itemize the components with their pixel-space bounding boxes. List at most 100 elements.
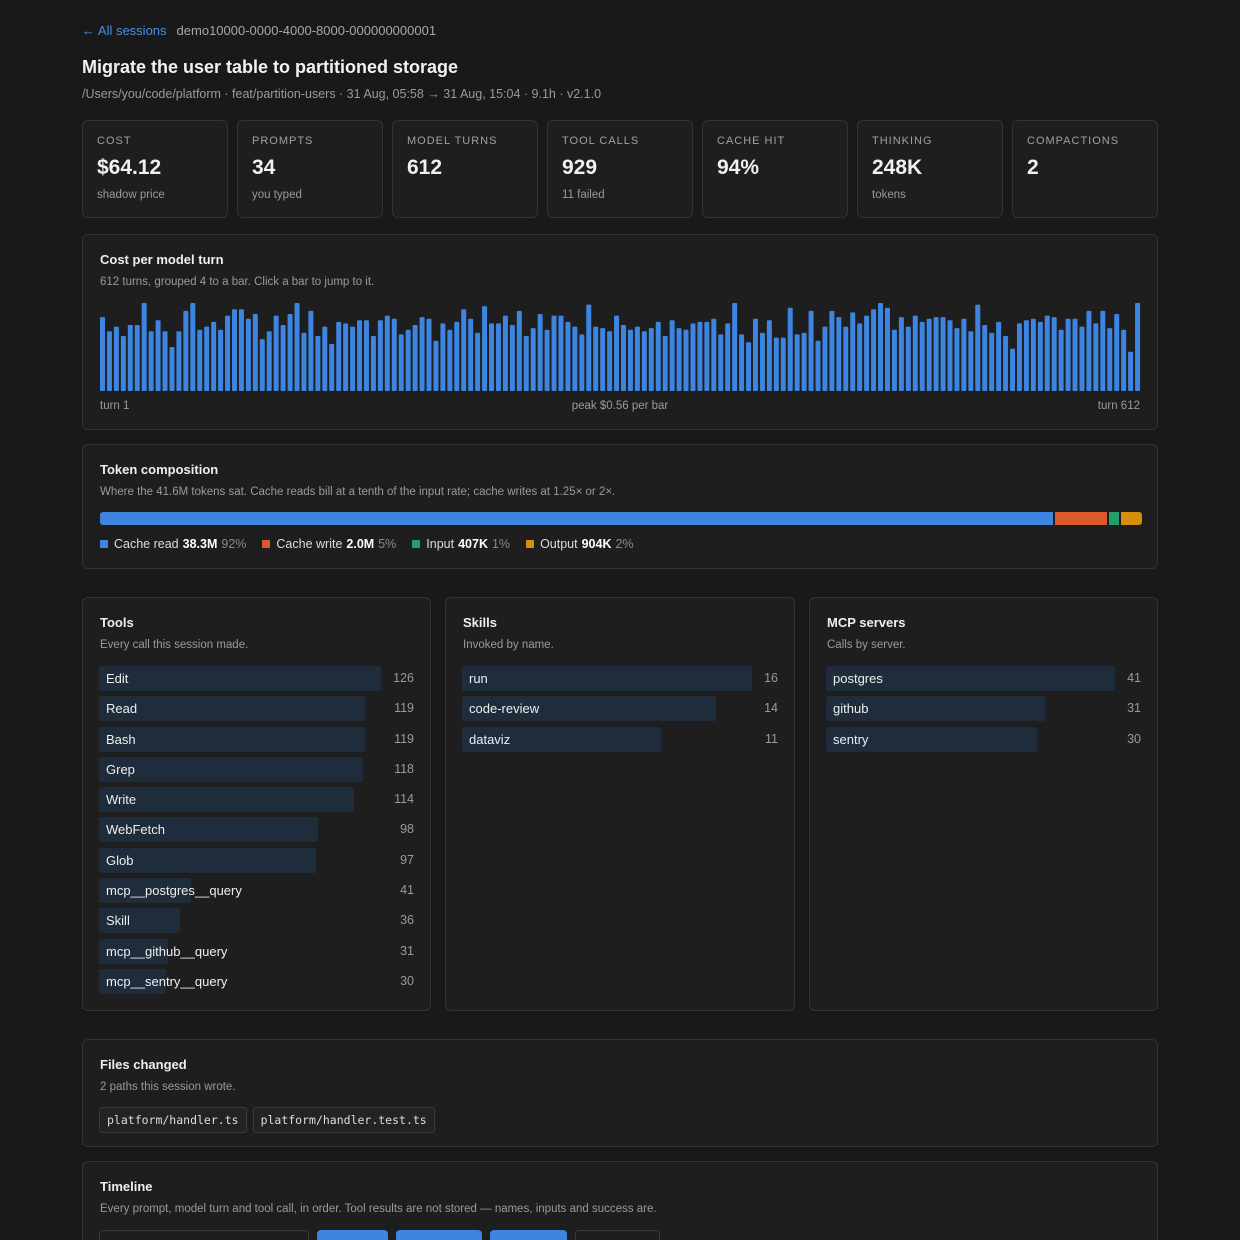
all-sessions-link[interactable]: ← All sessions <box>82 23 167 38</box>
file-chip[interactable]: platform/handler.ts <box>99 1107 247 1133</box>
cost-bar[interactable] <box>1044 315 1050 391</box>
cost-bar[interactable] <box>475 332 481 391</box>
cost-bar[interactable] <box>926 318 932 391</box>
cost-bar[interactable] <box>1010 348 1016 391</box>
cost-bar[interactable] <box>336 321 342 391</box>
cost-bar[interactable] <box>1121 329 1127 391</box>
cost-bar[interactable] <box>252 314 258 391</box>
cost-bar[interactable] <box>370 336 376 391</box>
cost-bar[interactable] <box>322 326 328 391</box>
cost-bar[interactable] <box>600 328 606 391</box>
cost-bar[interactable] <box>655 321 661 391</box>
cost-bar[interactable] <box>419 317 425 391</box>
cost-bar[interactable] <box>586 304 592 391</box>
cost-bar[interactable] <box>1135 303 1141 391</box>
cost-bar[interactable] <box>482 306 488 391</box>
cost-bar[interactable] <box>572 326 578 391</box>
timeline-filter-button[interactable] <box>317 1230 388 1240</box>
cost-bar[interactable] <box>197 329 203 391</box>
cost-bar[interactable] <box>614 315 620 391</box>
cost-bar[interactable] <box>732 303 738 391</box>
cost-bar[interactable] <box>634 326 640 391</box>
cost-bar[interactable] <box>1037 321 1043 391</box>
tools-row[interactable]: Glob 97 <box>99 847 414 878</box>
cost-bar[interactable] <box>1016 323 1022 391</box>
cost-bar[interactable] <box>871 309 877 391</box>
cost-bar[interactable] <box>280 325 286 391</box>
cost-bar[interactable] <box>843 326 849 391</box>
cost-bar[interactable] <box>405 329 411 391</box>
cost-bar[interactable] <box>440 323 446 391</box>
timeline-filter-button[interactable] <box>396 1230 482 1240</box>
cost-bar[interactable] <box>739 334 745 391</box>
cost-bar[interactable] <box>891 329 897 391</box>
cost-bar[interactable] <box>766 320 772 391</box>
cost-bar[interactable] <box>530 328 536 391</box>
cost-bar[interactable] <box>377 320 383 391</box>
mcp-row[interactable]: postgres 41 <box>826 666 1141 696</box>
cost-bar[interactable] <box>627 329 633 391</box>
tools-row[interactable]: Bash 119 <box>99 726 414 757</box>
cost-bar[interactable] <box>1065 318 1071 391</box>
cost-bar[interactable] <box>120 336 126 391</box>
cost-bar[interactable] <box>357 320 363 391</box>
cost-bar[interactable] <box>1114 314 1120 391</box>
cost-bar[interactable] <box>1100 310 1106 391</box>
cost-bar[interactable] <box>989 332 995 391</box>
cost-bar[interactable] <box>780 337 786 391</box>
cost-bar[interactable] <box>996 321 1002 391</box>
cost-bar[interactable] <box>975 304 981 391</box>
tools-row[interactable]: Read 119 <box>99 696 414 726</box>
tools-row[interactable]: mcp__sentry__query 30 <box>99 968 414 999</box>
cost-bar[interactable] <box>725 323 731 391</box>
cost-bar[interactable] <box>523 336 529 391</box>
cost-bar[interactable] <box>940 317 946 391</box>
cost-bar[interactable] <box>176 331 182 391</box>
cost-bar[interactable] <box>433 340 439 391</box>
cost-bar[interactable] <box>190 303 196 391</box>
cost-bar[interactable] <box>1128 351 1134 391</box>
cost-bar[interactable] <box>231 309 237 391</box>
cost-bar[interactable] <box>148 331 154 391</box>
cost-bar[interactable] <box>127 325 133 391</box>
cost-bar[interactable] <box>141 303 147 391</box>
cost-bar[interactable] <box>905 326 911 391</box>
cost-bar[interactable] <box>1107 328 1113 391</box>
cost-bar[interactable] <box>259 339 265 391</box>
cost-bar[interactable] <box>1086 310 1092 391</box>
cost-bar[interactable] <box>773 337 779 391</box>
cost-bar[interactable] <box>204 326 210 391</box>
cost-bar[interactable] <box>1030 318 1036 391</box>
cost-bar[interactable] <box>697 321 703 391</box>
cost-bar[interactable] <box>752 318 758 391</box>
cost-bar[interactable] <box>558 315 564 391</box>
file-chip[interactable]: platform/handler.test.ts <box>252 1107 435 1133</box>
cost-bar[interactable] <box>898 317 904 391</box>
tools-row[interactable]: mcp__postgres__query 41 <box>99 878 414 908</box>
skills-row[interactable]: run 16 <box>462 666 778 696</box>
cost-bar[interactable] <box>225 315 231 391</box>
cost-bar[interactable] <box>461 309 467 391</box>
cost-bar[interactable] <box>398 334 404 391</box>
tools-row[interactable]: WebFetch 98 <box>99 817 414 847</box>
cost-bar[interactable] <box>864 315 870 391</box>
cost-bar[interactable] <box>238 309 244 391</box>
cost-bar[interactable] <box>1051 317 1057 391</box>
cost-bar[interactable] <box>746 342 752 391</box>
timeline-filter-button[interactable] <box>490 1230 567 1240</box>
cost-bar[interactable] <box>384 315 390 391</box>
cost-bar[interactable] <box>704 321 710 391</box>
cost-bar[interactable] <box>801 332 807 391</box>
cost-bar[interactable] <box>509 325 515 391</box>
cost-bar[interactable] <box>544 329 550 391</box>
timeline-search-input[interactable] <box>99 1230 309 1240</box>
cost-bar[interactable] <box>134 325 140 391</box>
cost-bar[interactable] <box>495 323 501 391</box>
cost-bar[interactable] <box>183 310 189 391</box>
cost-bar[interactable] <box>391 318 397 391</box>
cost-bar[interactable] <box>912 315 918 391</box>
cost-bar[interactable] <box>301 332 307 391</box>
cost-bar[interactable] <box>593 326 599 391</box>
cost-bar[interactable] <box>829 310 835 391</box>
cost-bar[interactable] <box>857 323 863 391</box>
